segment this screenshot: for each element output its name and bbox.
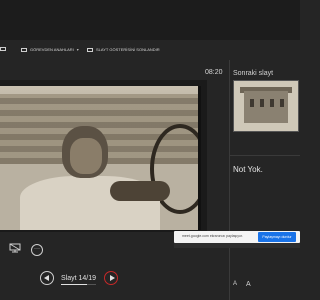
notification-strip [174,243,300,248]
slide-progress-fill [61,284,87,285]
next-slide-thumbnail[interactable] [233,80,299,132]
toolbar-item-1[interactable] [0,47,9,51]
presenter-view-icon[interactable] [9,243,21,253]
previous-slide-button[interactable] [40,271,54,285]
task-button-label: GÖREVDEN ANAHLARI [30,47,74,52]
photo-arm [110,181,170,201]
next-slide-label: Sonraki slayt [233,70,274,77]
thumb-window [250,99,254,107]
taskbar-icon [21,47,27,52]
slide-progress-bar [61,284,96,285]
chevron-down-icon: ▾ [76,47,79,52]
end-show-icon [87,47,93,52]
elapsed-timer: 08:20 [205,69,223,76]
more-options-button[interactable]: ··· [31,244,43,256]
end-slideshow-button[interactable]: SLAYT GÖSTERİSİNİ SONLANDIR [87,47,160,52]
stop-sharing-button[interactable]: Paylaşmayı durdur [258,232,296,242]
decrease-text-size-button[interactable]: A [233,281,237,287]
notes-divider [229,155,300,156]
thumb-window [270,99,274,107]
next-slide-button[interactable] [104,271,118,285]
photo-edge [198,86,201,230]
thumb-building [244,91,288,123]
speaker-notes: Not Yok. [233,165,263,174]
thumb-window [280,99,284,107]
slide-counter: Slayt 14/19 [61,275,97,282]
notification-text: meet.google.com ekranınızı paylaşıyor. [182,234,243,238]
slide-photo [0,86,201,230]
task-button[interactable]: GÖREVDEN ANAHLARI ▾ [21,47,79,52]
presenter-toolbar: GÖREVDEN ANAHLARI ▾ SLAYT GÖSTERİSİNİ SO… [0,43,300,57]
top-bar [0,0,300,40]
more-icon: ··· [34,246,40,252]
end-slideshow-label: SLAYT GÖSTERİSİNİ SONLANDIR [96,47,160,52]
taskbar-icon [0,47,6,51]
current-slide[interactable] [0,80,207,232]
photo-face [70,138,102,174]
increase-text-size-button[interactable]: A [246,281,251,288]
screen-share-notification: meet.google.com ekranınızı paylaşıyor. P… [174,231,300,243]
thumb-window [260,99,264,107]
